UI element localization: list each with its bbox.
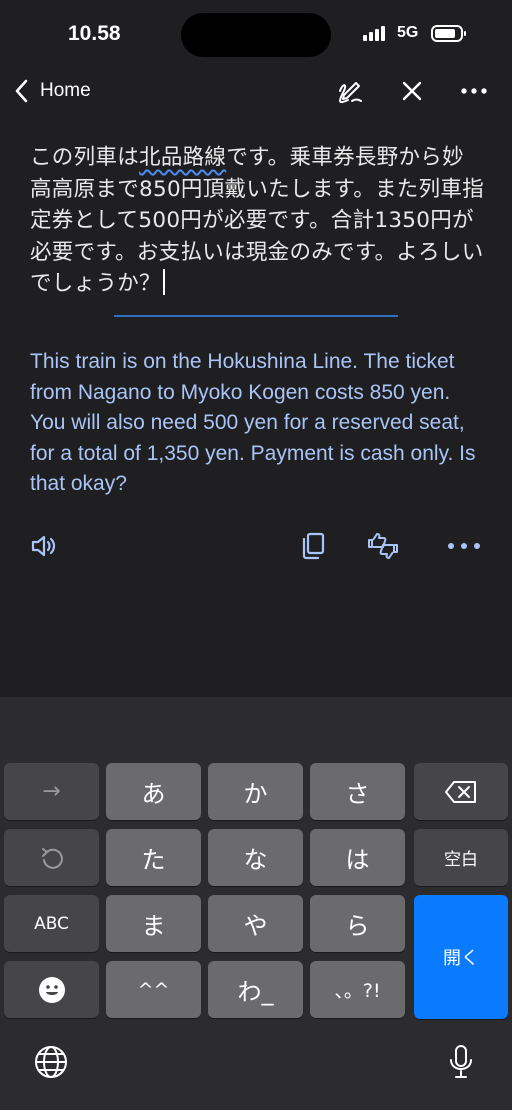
back-button[interactable]: Home (12, 76, 91, 106)
key-wa[interactable]: わ_ (208, 961, 303, 1018)
key-ka[interactable]: か (208, 763, 303, 820)
listen-button[interactable] (25, 526, 65, 566)
key-ra[interactable]: ら (310, 895, 405, 952)
enter-key[interactable]: 開く (414, 895, 508, 1019)
next-candidate-key[interactable]: → (4, 763, 99, 820)
globe-button[interactable] (31, 1042, 71, 1082)
back-label: Home (40, 80, 91, 101)
close-button[interactable] (396, 76, 428, 106)
signal-icon (363, 25, 391, 41)
source-text-flagged-word[interactable]: 北品路線 (139, 145, 226, 170)
divider (114, 315, 398, 317)
key-sa[interactable]: さ (310, 763, 405, 820)
network-label: 5G (397, 24, 419, 41)
close-icon (402, 81, 422, 101)
emoji-key[interactable] (4, 961, 99, 1018)
thumbs-up-down-icon (368, 533, 398, 559)
copy-icon (302, 532, 325, 560)
undo-key[interactable] (4, 829, 99, 886)
speaker-icon (31, 535, 56, 557)
pen-scribble-icon (338, 82, 362, 104)
copy-button[interactable] (293, 526, 333, 566)
translation-actions (0, 526, 512, 566)
delete-key[interactable] (414, 763, 508, 820)
key-na[interactable]: な (208, 829, 303, 886)
key-ma[interactable]: ま (106, 895, 201, 952)
backspace-icon (445, 780, 476, 803)
status-time: 10.58 (68, 22, 121, 45)
more-horizontal-icon (461, 88, 487, 94)
translation-text: This train is on the Hokushina Line. The… (30, 350, 476, 495)
top-bar: Home (0, 70, 512, 112)
key-ta[interactable]: た (106, 829, 201, 886)
text-caret (162, 269, 165, 295)
rate-translation-button[interactable] (363, 526, 403, 566)
chevron-left-icon (15, 79, 28, 103)
more-button[interactable] (458, 76, 490, 106)
abc-key[interactable]: ABC (4, 895, 99, 952)
undo-icon (41, 847, 63, 869)
key-ha[interactable]: は (310, 829, 405, 886)
battery-icon (431, 25, 466, 42)
keyboard: → あ か さ た な は 空白 ABC ま や ら 開く ^^ わ_ 、。?! (0, 697, 512, 1110)
key-punctuation[interactable]: 、。?! (310, 961, 405, 1018)
key-a[interactable]: あ (106, 763, 201, 820)
dictation-button[interactable] (441, 1042, 481, 1082)
dynamic-island (181, 13, 331, 57)
handwriting-button[interactable] (334, 76, 366, 106)
more-horizontal-icon (448, 543, 480, 549)
space-key[interactable]: 空白 (414, 829, 508, 886)
emoji-icon (38, 976, 65, 1003)
translation-more-button[interactable] (444, 526, 484, 566)
source-text-part: この列車は (30, 145, 140, 170)
globe-icon (35, 1046, 67, 1078)
status-bar: 10.58 5G (0, 0, 512, 70)
microphone-icon (450, 1045, 472, 1078)
key-ya[interactable]: や (208, 895, 303, 952)
source-text-input[interactable]: この列車は北品路線です。乗車券長野から妙高高原まで850円頂戴いたします。また列… (30, 142, 485, 300)
key-kaomoji[interactable]: ^^ (106, 961, 201, 1018)
